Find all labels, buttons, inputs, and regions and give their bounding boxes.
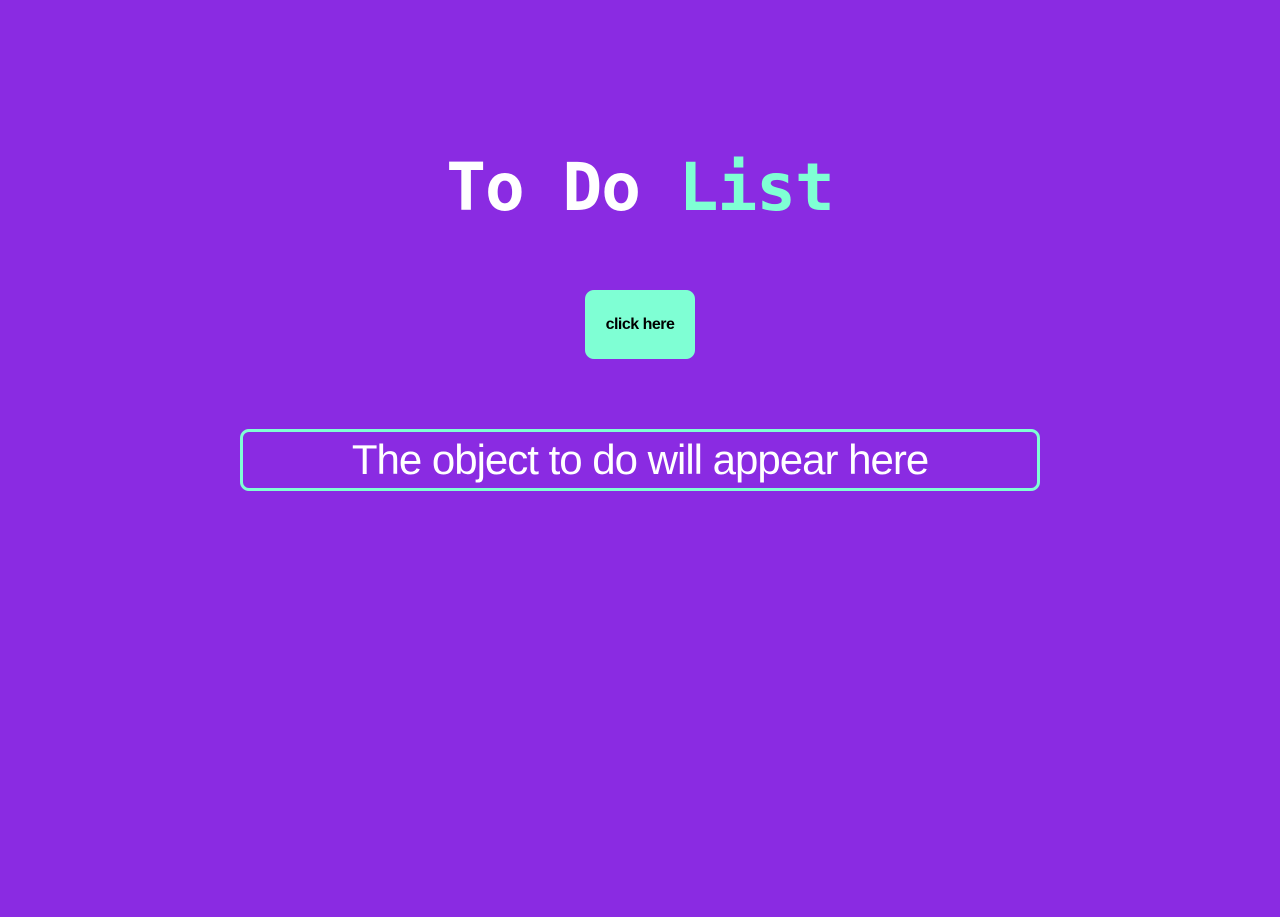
page-title-main: To Do [446,149,641,227]
todo-placeholder-text: The object to do will appear here [351,436,929,483]
page-title-accent: List [678,149,835,227]
page-title: To Do List [0,148,1280,228]
click-here-button[interactable]: click here [585,290,695,359]
todo-output-box: The object to do will appear here [240,429,1040,491]
